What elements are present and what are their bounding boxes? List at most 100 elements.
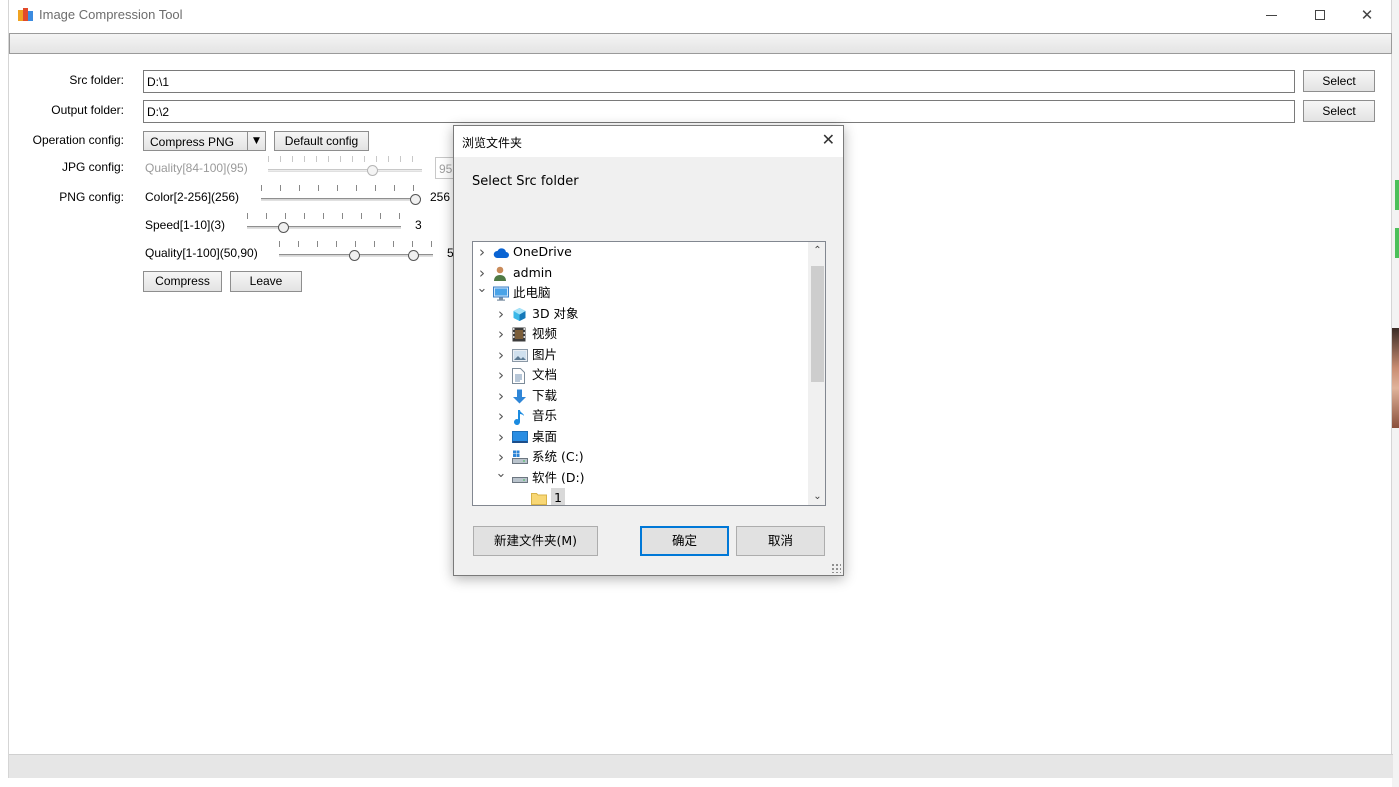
chevron-down-icon[interactable]: ⌄ [476, 279, 488, 299]
chevron-down-icon[interactable]: ⌄ [495, 464, 507, 484]
tree-item-label: 系统 (C:) [532, 449, 584, 464]
tree-item[interactable]: › 3D 对象 [473, 304, 807, 324]
toolbar [9, 33, 1392, 54]
png-config-label: PNG config: [59, 190, 124, 204]
src-folder-label: Src folder: [69, 73, 124, 87]
folder-tree[interactable]: › OneDrive › admin ⌄ 此电脑 › 3D 对象 › 视频 › 图片 › 文档 › 下载 › 音乐… [472, 241, 826, 506]
tree-item-label: 软件 (D:) [532, 469, 585, 485]
dialog-description: Select Src folder [472, 174, 579, 189]
desktop-fragment [1395, 180, 1399, 210]
leave-button[interactable]: Leave [230, 271, 302, 292]
tree-item-label: 音乐 [532, 408, 558, 423]
tree-item[interactable]: › 视频 [473, 324, 807, 344]
desktop-fragment [1392, 328, 1399, 428]
png-speed-value: 3 [415, 218, 422, 232]
close-icon: ✕ [1360, 6, 1374, 24]
tree-item-label: 下载 [532, 387, 558, 403]
output-folder-input[interactable]: D:\2 [143, 100, 1295, 123]
tree-item-label: admin [513, 264, 553, 280]
picture-icon [512, 348, 528, 363]
scroll-down-icon[interactable]: ⌄ [809, 488, 825, 505]
tree-item-label: 桌面 [532, 428, 558, 444]
maximize-button[interactable] [1298, 0, 1344, 31]
output-folder-label: Output folder: [51, 103, 124, 117]
tree-item[interactable]: › 下载 [473, 386, 807, 406]
tree-item-label: OneDrive [513, 244, 572, 259]
chevron-right-icon[interactable]: › [495, 324, 507, 344]
src-select-button[interactable]: Select [1303, 70, 1375, 92]
tree-item[interactable]: › OneDrive [473, 242, 807, 262]
slider-thumb-low[interactable] [349, 250, 360, 261]
slider-thumb-high[interactable] [408, 250, 419, 261]
chevron-right-icon[interactable]: › [476, 242, 488, 262]
tree-item-label: 3D 对象 [532, 305, 579, 321]
jpg-config-label: JPG config: [61, 160, 124, 174]
chevron-right-icon[interactable]: › [495, 386, 507, 406]
status-bar [9, 754, 1393, 778]
chevron-right-icon[interactable]: › [495, 365, 507, 385]
chevron-right-icon[interactable]: › [495, 304, 507, 324]
png-speed-slider[interactable] [247, 213, 401, 235]
dialog-title: 浏览文件夹 [462, 136, 523, 150]
close-button[interactable]: ✕ [1344, 0, 1390, 31]
tree-item[interactable]: ⌄ 软件 (D:) [473, 466, 807, 488]
desktop-fragment [1395, 228, 1399, 258]
tree-item-label: 此电脑 [513, 285, 551, 300]
src-folder-input[interactable]: D:\1 [143, 70, 1295, 93]
chevron-right-icon[interactable]: › [495, 427, 507, 447]
jpg-quality-slider[interactable] [268, 156, 422, 178]
chevron-right-icon[interactable]: › [495, 345, 507, 365]
dropdown-arrow-icon[interactable]: ▼ [247, 132, 265, 150]
new-folder-button[interactable]: 新建文件夹(M) [473, 526, 598, 556]
drive-icon [512, 471, 528, 486]
default-config-button[interactable]: Default config [274, 131, 369, 151]
tree-item[interactable]: ⌄ 此电脑 [473, 281, 807, 303]
tree-scrollbar[interactable]: ⌃ ⌄ [808, 242, 825, 505]
tree-item-label: 文档 [532, 367, 558, 382]
png-color-label: Color[2-256](256) [145, 190, 240, 204]
video-icon [512, 327, 527, 342]
tree-item-label: 1 [551, 488, 565, 505]
ok-button[interactable]: 确定 [640, 526, 729, 556]
dialog-title-bar[interactable]: 浏览文件夹 ✕ [454, 126, 843, 157]
tree-item[interactable]: › 桌面 [473, 427, 807, 447]
system-drive-icon [512, 450, 528, 465]
tree-item[interactable]: 1 [473, 488, 807, 505]
output-select-button[interactable]: Select [1303, 100, 1375, 122]
maximize-icon [1315, 10, 1325, 20]
tree-item[interactable]: › 音乐 [473, 406, 807, 426]
folder-icon [531, 491, 547, 505]
user-icon [493, 266, 508, 281]
tree-item-label: 图片 [532, 346, 558, 362]
png-color-slider[interactable] [261, 185, 421, 207]
cloud-icon [493, 245, 509, 260]
window-title: Image Compression Tool [39, 7, 183, 22]
chevron-right-icon[interactable]: › [495, 406, 507, 426]
scroll-thumb[interactable] [811, 266, 824, 382]
jpg-quality-label: Quality[84-100](95) [145, 161, 248, 175]
music-icon [512, 409, 527, 426]
cancel-button[interactable]: 取消 [736, 526, 825, 556]
png-color-value: 256 [430, 190, 451, 204]
operation-selected-value: Compress PNG [150, 135, 235, 149]
operation-select[interactable]: Compress PNG ▼ [143, 131, 266, 151]
download-icon [512, 389, 527, 404]
scroll-up-icon[interactable]: ⌃ [809, 242, 825, 259]
resize-grip-icon[interactable] [831, 563, 841, 573]
png-quality-range-slider[interactable] [279, 241, 433, 263]
operation-config-label: Operation config: [32, 133, 124, 147]
document-icon [512, 368, 527, 384]
tree-item[interactable]: › 图片 [473, 345, 807, 365]
tree-item-label: 视频 [532, 326, 558, 341]
tree-item[interactable]: › 系统 (C:) [473, 447, 807, 467]
title-bar[interactable]: Image Compression Tool ✕ [9, 0, 1391, 31]
minimize-button[interactable] [1249, 0, 1295, 31]
slider-thumb[interactable] [278, 222, 289, 233]
slider-thumb[interactable] [367, 165, 378, 176]
compress-button[interactable]: Compress [143, 271, 222, 292]
slider-thumb[interactable] [410, 194, 421, 205]
tree-item[interactable]: › 文档 [473, 365, 807, 385]
desktop-icon [512, 430, 528, 445]
dialog-close-button[interactable]: ✕ [822, 130, 835, 149]
tree-item[interactable]: › admin [473, 263, 807, 283]
